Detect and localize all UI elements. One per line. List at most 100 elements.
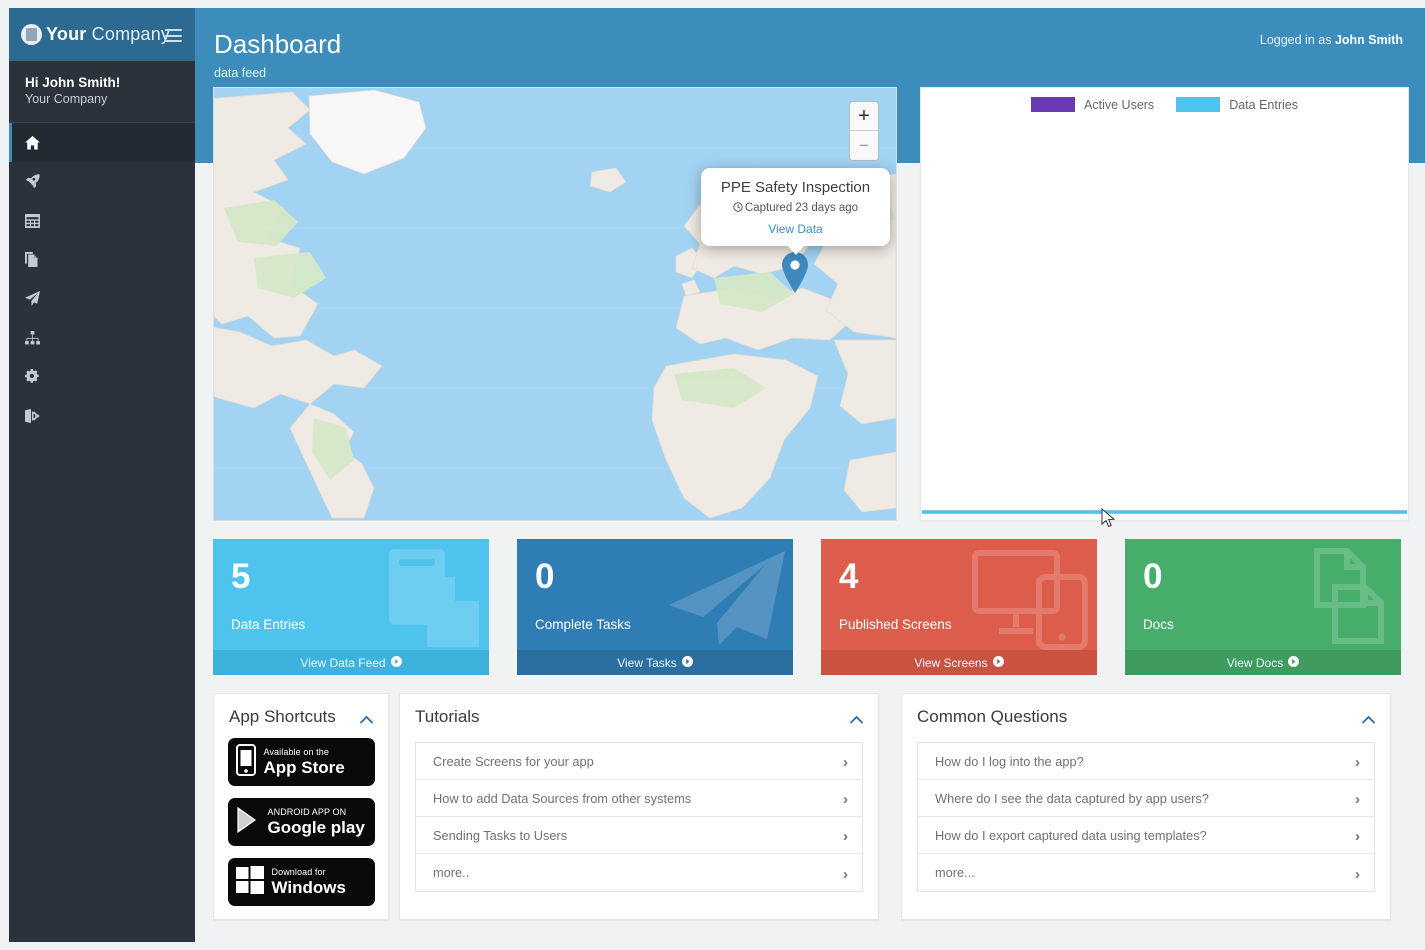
sidebar-item-data-entries[interactable] — [9, 240, 195, 279]
list-item[interactable]: How do I export captured data using temp… — [918, 817, 1374, 854]
greeting-org: Your Company — [25, 92, 108, 106]
chevron-right-icon: › — [843, 828, 848, 845]
arrow-circle-right-icon — [390, 655, 402, 670]
sidebar-item-apps[interactable] — [9, 162, 195, 201]
legend-entry[interactable]: Data Entries — [1176, 97, 1298, 112]
apple-iphone-icon — [235, 743, 257, 782]
arrow-circle-right-icon — [1288, 655, 1300, 670]
store-badge-google-play[interactable]: ANDROID APP ON Google play — [227, 798, 375, 846]
chevron-up-icon[interactable] — [850, 711, 863, 724]
rocket-icon — [25, 174, 49, 189]
stat-link[interactable]: View Screens — [821, 650, 1097, 675]
dashboard-body: + − PPE Safety Inspection Captured 23 da… — [195, 8, 1425, 942]
chevron-right-icon: › — [843, 865, 848, 883]
sidebar-item-organization-users[interactable] — [9, 318, 195, 357]
stat-label: Data Entries — [231, 617, 306, 632]
stat-value: 5 — [231, 557, 251, 596]
clock-icon — [733, 202, 743, 215]
sidebar-item-settings[interactable] — [9, 357, 195, 396]
legend-entry[interactable]: Active Users — [1031, 97, 1154, 112]
google-play-icon — [235, 806, 261, 839]
map-zoom-in-button[interactable]: + — [850, 102, 878, 131]
tutorials-title: Tutorials — [415, 707, 480, 726]
sidebar-item-sign-out[interactable] — [9, 396, 195, 435]
store-badge-apple-iphone[interactable]: Available on the App Store — [227, 738, 375, 786]
common-questions-panel: Common Questions How do I log into the a… — [901, 693, 1391, 920]
stat-value: 4 — [839, 557, 859, 596]
chevron-right-icon: › — [843, 791, 848, 808]
list-item-label: How to add Data Sources from other syste… — [433, 790, 692, 806]
list-item[interactable]: How to add Data Sources from other syste… — [416, 780, 862, 817]
stat-card-complete-tasks[interactable]: 0 Complete Tasks View Tasks — [517, 539, 793, 675]
list-item[interactable]: more.. › — [416, 854, 862, 891]
list-item[interactable]: Where do I see the data captured by app … — [918, 780, 1374, 817]
stat-link-label: View Tasks — [617, 655, 677, 670]
stat-value: 0 — [1143, 557, 1163, 596]
legend-label: Active Users — [1084, 97, 1155, 112]
chart-legend: Active Users Data Entries — [921, 97, 1408, 112]
store-badge-bottom: App Store — [263, 758, 345, 777]
tutorials-list: Create Screens for your app › How to add D… — [415, 742, 863, 892]
chevron-up-icon[interactable] — [360, 711, 373, 724]
store-badge-text: Download for Windows — [271, 867, 346, 897]
app-shortcuts-title: App Shortcuts — [229, 707, 336, 726]
sign-out-icon — [25, 408, 49, 423]
chevron-right-icon: › — [843, 754, 848, 771]
home-icon — [25, 135, 49, 150]
list-item-label: Create Screens for your app — [433, 753, 594, 769]
map-zoom-out-button[interactable]: − — [850, 131, 878, 160]
app-shortcuts-header: App Shortcuts — [214, 694, 388, 736]
chevron-right-icon: › — [1355, 828, 1360, 845]
stat-label: Complete Tasks — [535, 617, 631, 632]
chart-plot — [922, 510, 1407, 514]
table-icon — [25, 213, 49, 228]
paper-plane-icon — [667, 547, 787, 652]
chevron-up-icon[interactable] — [1362, 711, 1375, 724]
map-card[interactable]: + − PPE Safety Inspection Captured 23 da… — [213, 87, 897, 521]
map-popup[interactable]: PPE Safety Inspection Captured 23 days a… — [701, 168, 890, 255]
stat-card-published-screens[interactable]: 4 Published Screens View Screens — [821, 539, 1097, 675]
store-badge-bottom: Windows — [271, 878, 346, 897]
store-badge-top: Download for — [271, 867, 326, 877]
map-popup-view-data-link[interactable]: View Data — [711, 222, 880, 236]
store-badge-windows[interactable]: Download for Windows — [227, 858, 375, 906]
sidebar-item-tasks-dispatch[interactable] — [9, 279, 195, 318]
brand-bold: Your — [46, 24, 87, 44]
stat-card-docs[interactable]: 0 Docs View Docs — [1125, 539, 1401, 675]
world-map — [214, 88, 896, 520]
tutorials-header: Tutorials — [400, 694, 878, 736]
stat-card-data-entries[interactable]: 5 Data Entries View Data Feed — [213, 539, 489, 675]
list-item[interactable]: Create Screens for your app › — [416, 743, 862, 780]
stat-link[interactable]: View Docs — [1125, 650, 1401, 675]
map-zoom-controls[interactable]: + − — [849, 101, 879, 161]
brand-light: Company — [86, 24, 171, 44]
sidebar-item-home[interactable] — [9, 123, 195, 162]
store-badge-text: ANDROID APP ON Google play — [267, 808, 365, 837]
sitemap-icon — [25, 330, 49, 345]
stat-link[interactable]: View Data Feed — [213, 650, 489, 675]
arrow-circle-right-icon — [681, 655, 693, 670]
activity-chart-card[interactable]: Active Users Data Entries — [920, 87, 1409, 521]
map-pin-icon[interactable] — [780, 251, 810, 293]
list-item-label: more... — [935, 865, 975, 880]
store-badge-bottom: Google play — [267, 818, 365, 837]
common-questions-list: How do I log into the app? › Where do I se… — [917, 742, 1375, 892]
stat-link-label: View Screens — [914, 655, 988, 670]
list-item[interactable]: How do I log into the app? › — [918, 743, 1374, 780]
store-badge-text: Available on the App Store — [263, 748, 345, 777]
hamburger-icon[interactable] — [165, 29, 182, 42]
brand-bar: Your Company — [9, 8, 195, 61]
list-item[interactable]: more... › — [918, 854, 1374, 891]
arrow-circle-right-icon — [992, 655, 1004, 670]
stat-label: Published Screens — [839, 617, 952, 632]
list-item-label: Sending Tasks to Users — [433, 827, 568, 843]
sidebar-item-connected-data[interactable] — [9, 201, 195, 240]
map-popup-meta: Captured 23 days ago — [711, 202, 880, 215]
copy-files-icon — [25, 252, 49, 267]
legend-label: Data Entries — [1229, 97, 1298, 112]
stat-link[interactable]: View Tasks — [517, 650, 793, 675]
brand-title[interactable]: Your Company — [46, 24, 170, 45]
content-area: Dashboard data feed Logged in as John Sm… — [195, 8, 1425, 942]
list-item[interactable]: Sending Tasks to Users › — [416, 817, 862, 854]
mouse-cursor — [1101, 508, 1116, 528]
